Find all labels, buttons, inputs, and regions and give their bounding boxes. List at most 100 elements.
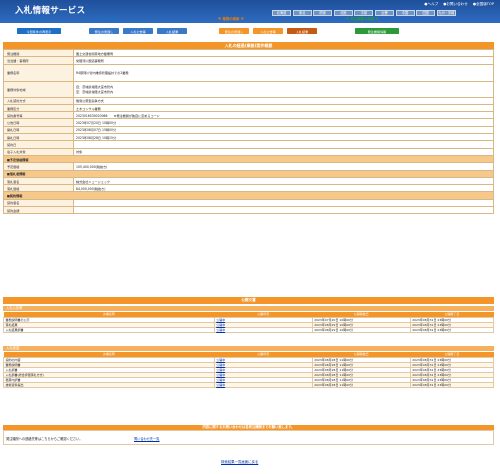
redisplay-button[interactable]: 今回条件の再表示	[17, 28, 61, 34]
detail-label: 開札日時	[3, 125, 74, 135]
detail-value: 対象	[73, 147, 494, 156]
detail-row: 落札価格 84,000,000(税抜き)	[3, 184, 494, 193]
top-links: ●ヘルプ ●お問い合わせ ●全国版TOP	[424, 2, 494, 7]
detail-label: 落札価格	[3, 184, 74, 193]
document-name-cell: 入札結果調書	[3, 326, 215, 333]
open-document-link[interactable]: 公開中	[216, 378, 225, 382]
detail-table: 発注機関 国土交通省関東地方整備局 当当課・事務所 常陸河川国道事務所 業務名称 R4那珂…	[3, 48, 494, 215]
help-link[interactable]: ●ヘルプ	[424, 2, 438, 7]
detail-group-row: ■落札者情報	[3, 169, 494, 178]
detail-label: 契約番号等	[3, 111, 74, 120]
detail-group-row: ■契約情報	[3, 191, 494, 200]
detail-label: ■落札者情報	[3, 169, 494, 178]
detail-value: 簡易公募型競争方式	[73, 96, 494, 105]
detail-label: 電子入札対象	[3, 147, 74, 156]
detail-value: R4那珂川管内維持管理設計その2業務	[73, 63, 494, 82]
result-subtitle: 入札経過	[3, 346, 494, 351]
date-cell: 2023年08月31日 23時00分	[409, 381, 495, 389]
detail-row: 業務名称 R4那珂川管内維持管理設計その2業務	[3, 63, 494, 82]
detail-row: 公告日時 2023年07月20日 10時00分	[3, 118, 494, 127]
result-doc-table: 文書名称 公開状況 公開開始日 公開終了日 契約の内容 公開中 2023年08月28日 1…	[3, 352, 495, 389]
document-name-cell: 技術資料提出	[3, 381, 215, 389]
search-menu: ※ 今回条件の検索 ※ ※ 工事の検索 ※ ※ 業務の検索 ※ ※ 発注機関の検…	[14, 14, 500, 23]
date-cell: 2023年08月29日 10時00分	[311, 326, 411, 333]
detail-row: 業務対象地域 自：茨城県常陸大宮市管内 至：茨城県常陸大宮市管内	[3, 80, 494, 98]
detail-label: 落札者名	[3, 176, 74, 186]
contact-box: 発注機関への連絡先等はこちらからご確認ください。 問い合わせ先一覧	[3, 430, 494, 445]
menu-head-agency: ※ 発注機関の検索 ※	[346, 17, 379, 21]
open-document-link[interactable]: 公開中	[216, 383, 225, 387]
detail-value: 株式会社ニュージェック	[73, 176, 494, 186]
agency-info-button[interactable]: 発注機関情報	[355, 28, 399, 34]
status-cell: 公開中	[213, 381, 313, 389]
detail-title: 入札の経過(業務)案件概要	[3, 42, 494, 49]
notice-doc-table: 文書名称 公開状況 公開開始日 公開終了日 業務説明書の公示 公開中 2023年07月20…	[3, 312, 495, 333]
status-cell: 公開中	[213, 326, 313, 333]
detail-row: 業務区分 土木コンサル業務	[3, 103, 494, 113]
detail-value: 2023年08月07日 15時00分	[73, 125, 494, 135]
detail-value: 国土交通省関東地方整備局	[73, 48, 494, 58]
open-document-link[interactable]: 公開中	[216, 358, 225, 362]
detail-label: 予定価格	[3, 162, 74, 171]
detail-row: 開札日時 2023年08月28日 10時15分	[3, 133, 494, 142]
detail-label: 契約金額	[3, 206, 74, 215]
open-document-link[interactable]: 公開中	[216, 328, 225, 332]
detail-label: 発注機関	[3, 48, 74, 58]
detail-row: 落札者名 株式会社ニュージェック	[3, 176, 494, 186]
detail-row: 入札契約方式 簡易公募型競争方式	[3, 96, 494, 105]
construction-result-button[interactable]: 入札結果	[157, 28, 187, 34]
date-cell: 2023年08月31日 23時00分	[409, 326, 495, 333]
detail-value: 2023年08月28日 10時15分	[73, 133, 494, 142]
detail-value: 常陸河川国道事務所	[73, 56, 494, 65]
detail-row: 契約者名	[3, 198, 494, 208]
detail-value: 105,400,000(税抜き)	[73, 162, 494, 171]
detail-row: 契約日	[3, 140, 494, 149]
detail-value	[73, 140, 494, 149]
date-cell: 2023年08月28日 11時00分	[311, 381, 411, 389]
detail-value: 土木コンサル業務	[73, 103, 494, 113]
service-outlook-button[interactable]: 発注の見通し	[219, 28, 249, 34]
open-document-link[interactable]: 公開中	[216, 318, 225, 322]
detail-label: 開札日時	[3, 133, 74, 142]
construction-notice-button[interactable]: 入札公告等	[123, 28, 153, 34]
detail-label: ■予定価格情報	[3, 154, 494, 164]
table-row: 技術資料提出 公開中 2023年08月28日 11時00分 2023年08月31日 2…	[3, 381, 495, 389]
service-notice-button[interactable]: 入札公告等	[253, 28, 283, 34]
menu-head-construction: ※ 工事の検索 ※	[94, 17, 120, 21]
docs-title: 公開文書	[3, 297, 494, 304]
detail-label: 契約者名	[3, 198, 74, 208]
construction-outlook-button[interactable]: 発注の見通し	[89, 28, 119, 34]
contact-list-link[interactable]: 問い合わせ先一覧	[134, 436, 160, 441]
notice-subtitle: 入札公告等	[3, 306, 494, 311]
open-document-link[interactable]: 公開中	[216, 373, 225, 377]
detail-value: 自：茨城県常陸大宮市管内 至：茨城県常陸大宮市管内	[73, 80, 494, 98]
detail-label: 業務対象地域	[3, 80, 74, 98]
detail-label: 業務区分	[3, 103, 74, 113]
detail-row: 契約金額	[3, 206, 494, 215]
detail-label: 業務名称	[3, 63, 74, 82]
national-top-link[interactable]: ●全国版TOP	[473, 2, 494, 7]
detail-group-row: ■予定価格情報	[3, 154, 494, 164]
detail-label: 入札契約方式	[3, 96, 74, 105]
detail-row: 当当課・事務所 常陸河川国道事務所	[3, 56, 494, 65]
detail-row: 発注機関 国土交通省関東地方整備局	[3, 48, 494, 58]
open-document-link[interactable]: 公開中	[216, 363, 225, 367]
detail-value: 84,000,000(税抜き)	[73, 184, 494, 193]
table-row: 入札結果調書 公開中 2023年08月29日 10時00分 2023年08月31日 2…	[3, 326, 495, 333]
back-to-results-link[interactable]: 検索結果一覧画面に戻る	[221, 459, 258, 464]
detail-value	[73, 198, 494, 208]
detail-value: 2023年07月20日 10時00分	[73, 118, 494, 127]
detail-label: 公告日時	[3, 118, 74, 127]
service-result-button[interactable]: 入札結果	[287, 28, 317, 34]
contact-text: 発注機関への連絡先等はこちらからご確認ください。	[6, 437, 83, 441]
detail-row: 契約番号等 2023016030020066 ★発注機関が独自に定めるコード	[3, 111, 494, 120]
detail-label: 当当課・事務所	[3, 56, 74, 65]
detail-label: 契約日	[3, 140, 74, 149]
open-document-link[interactable]: 公開中	[216, 323, 225, 327]
contact-link[interactable]: ●お問い合わせ	[443, 2, 468, 7]
detail-value: 2023016030020066 ★発注機関が独自に定めるコード	[73, 111, 494, 120]
detail-row: 開札日時 2023年08月07日 15時00分	[3, 125, 494, 135]
detail-label: ■契約情報	[3, 191, 494, 200]
detail-row: 電子入札対象 対象	[3, 147, 494, 156]
open-document-link[interactable]: 公開中	[216, 368, 225, 372]
